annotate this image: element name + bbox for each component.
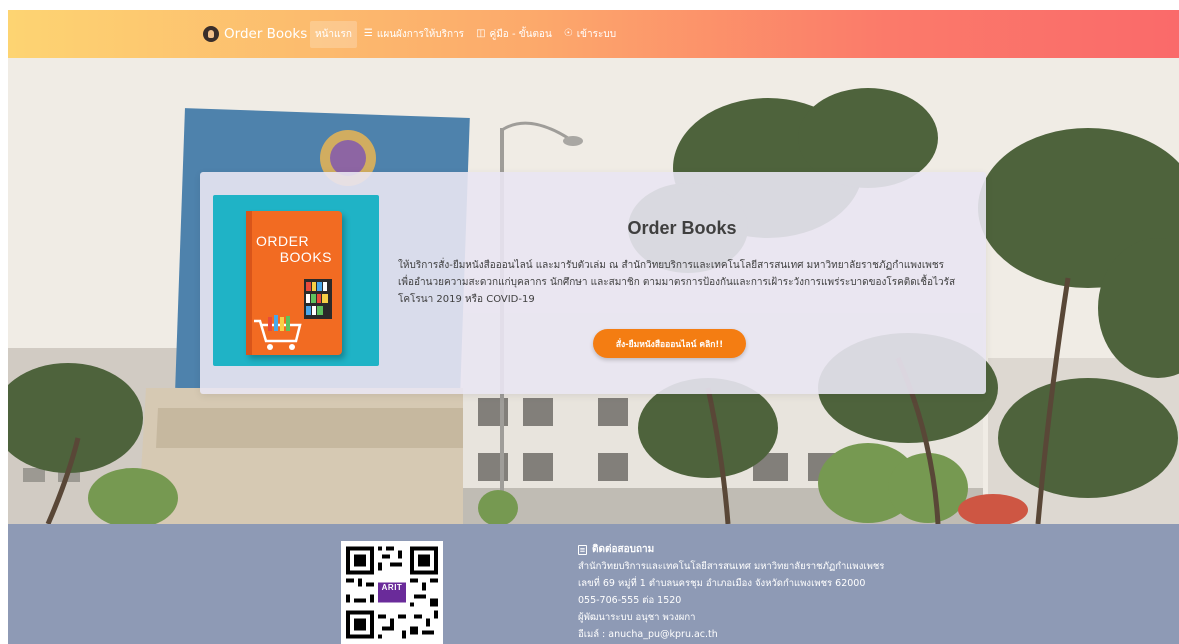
nav-item-service-map[interactable]: ☰ แผนผังการให้บริการ [359,21,469,48]
contact-heading: ≡ ติดต่อสอบถาม [578,541,978,558]
qr-code-image [346,546,438,639]
card-title: Order Books [627,218,737,238]
nav-item-home[interactable]: หน้าแรก [310,20,357,48]
nav-item-label: คู่มือ - ขั้นตอน [489,28,552,40]
contact-line-address: เลขที่ 69 หมู่ที่ 1 ตำบลนครชุม อำเภอเมือ… [578,578,866,589]
nav-menu: หน้าแรก ☰ แผนผังการให้บริการ ◫ คู่มือ - … [310,10,621,58]
user-circle-icon: ☉ [563,28,573,39]
qr-code: ARIT [341,541,443,644]
footer: ARIT ≡ ติดต่อสอบถาม สำนักวิทยบริการและเท… [8,524,1179,644]
order-books-illustration: ORDER BOOKS [213,195,379,366]
contact-line-phone: 055-706-555 ต่อ 1520 [578,595,682,606]
navbar: Order Books หน้าแรก ☰ แผนผังการให้บริการ… [8,10,1179,58]
contact-line-developer: ผู้พัฒนาระบบ อนุชา พวงผกา [578,612,696,623]
qr-badge-text: ARIT [381,583,403,592]
nav-item-label: เข้าระบบ [576,28,617,40]
order-books-online-button[interactable]: สั่ง-ยืมหนังสือออนไลน์ คลิก!! [593,329,746,358]
layers-icon: ☰ [363,28,373,39]
contact-line-email[interactable]: อีเมล์ : anucha_pu@kpru.ac.th [578,626,978,643]
contact-card-icon: ≡ [578,544,587,555]
card-description: ให้บริการสั่ง-ยืมหนังสือออนไลน์ และมารับ… [398,260,956,305]
brand-name: Order Books [224,26,308,42]
brand-link[interactable]: Order Books [203,10,307,58]
nav-item-login[interactable]: ☉ เข้าระบบ [559,21,621,48]
page: Order Books หน้าแรก ☰ แผนผังการให้บริการ… [8,10,1179,644]
contact-title: ติดต่อสอบถาม [592,544,655,555]
bookshelf-cart-icon [254,279,332,350]
contact-line-organization: สำนักวิทยบริการและเทคโนโลยีสารสนเทศ มหาว… [578,561,885,572]
nav-item-manual[interactable]: ◫ คู่มือ - ขั้นตอน [471,21,557,48]
brand-logo-icon [203,26,219,42]
book-cover: ORDER BOOKS [246,211,342,355]
hero-card: ORDER BOOKS Order Books ให้บริการสั่ง-ยื… [200,172,986,394]
nav-item-label: หน้าแรก [315,28,352,40]
nav-item-label: แผนผังการให้บริการ [376,28,465,40]
hero-section: ORDER BOOKS Order Books ให้บริการสั่ง-ยื… [8,58,1179,524]
contact-info: ≡ ติดต่อสอบถาม สำนักวิทยบริการและเทคโนโล… [578,541,978,643]
book-open-icon: ◫ [476,28,486,39]
